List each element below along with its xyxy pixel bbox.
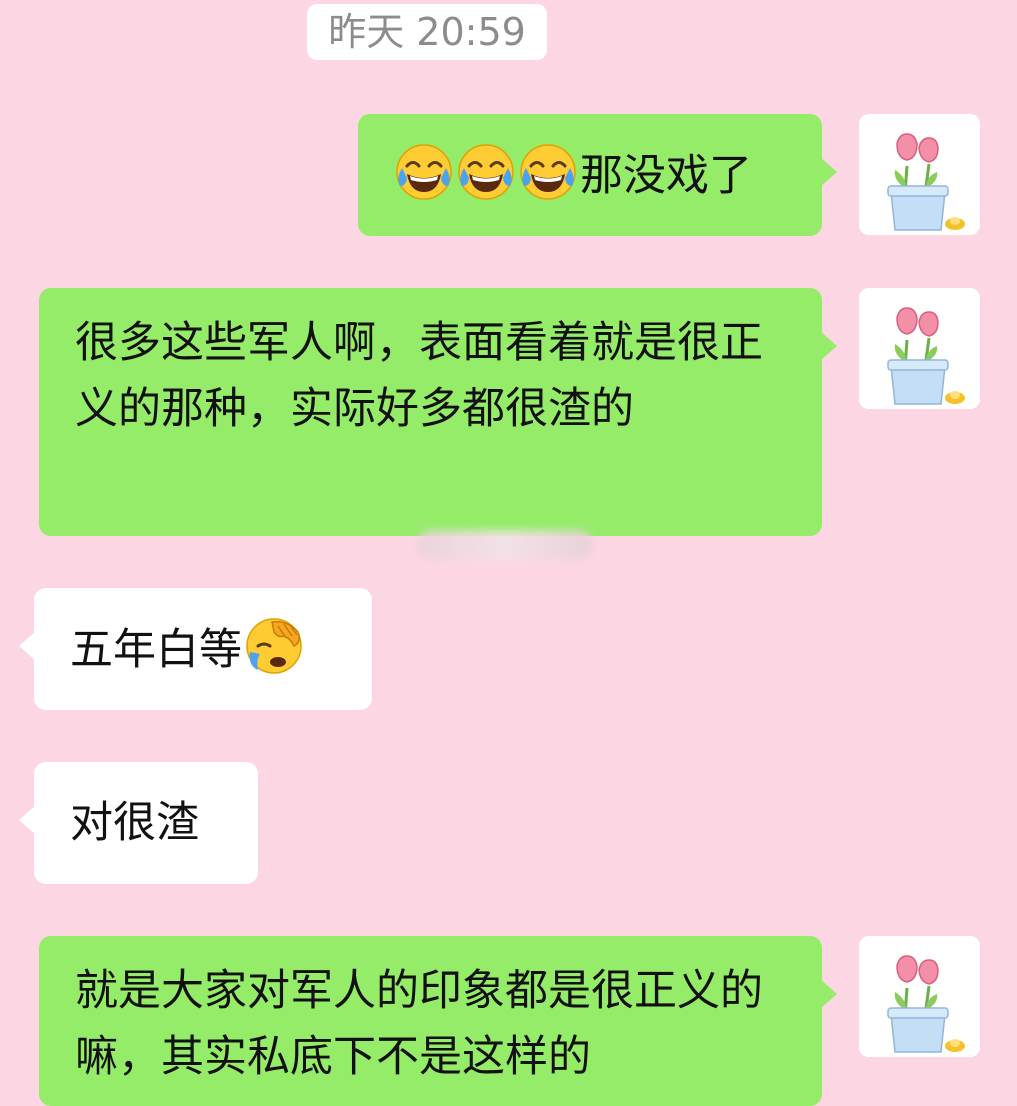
avatar[interactable]: [859, 936, 980, 1057]
message-bubble-incoming[interactable]: 对很渣: [19, 762, 258, 884]
timestamp: 昨天 20:59: [307, 4, 547, 60]
tears-of-joy-emoji-icon: [518, 142, 578, 202]
face-palm-emoji-icon: [244, 616, 304, 676]
tears-of-joy-emoji-icon: [456, 142, 516, 202]
message-text: 对很渣: [70, 798, 199, 848]
tulip-avatar-icon: [859, 288, 980, 409]
tulip-avatar-icon: [859, 936, 980, 1057]
message-text: 就是大家对军人的印象都是很正义的嘛，其实私底下不是这样的: [75, 966, 763, 1082]
tulip-avatar-icon: [859, 114, 980, 235]
message-bubble-outgoing[interactable]: 很多这些军人啊，表面看着就是很正义的那种，实际好多都很渣的: [39, 288, 837, 536]
message-bubble-outgoing[interactable]: 那没戏了: [358, 114, 837, 236]
message-text: 五年白等: [70, 625, 242, 675]
tears-of-joy-emoji-icon: [394, 142, 454, 202]
message-bubble-outgoing[interactable]: 就是大家对军人的印象都是很正义的嘛，其实私底下不是这样的: [39, 936, 837, 1106]
message-text: 那没戏了: [580, 151, 752, 201]
avatar[interactable]: [859, 114, 980, 235]
avatar[interactable]: [859, 288, 980, 409]
message-text: 很多这些军人啊，表面看着就是很正义的那种，实际好多都很渣的: [75, 318, 763, 434]
blurred-overlay: [417, 530, 593, 560]
message-bubble-incoming[interactable]: 五年白等: [19, 588, 372, 710]
